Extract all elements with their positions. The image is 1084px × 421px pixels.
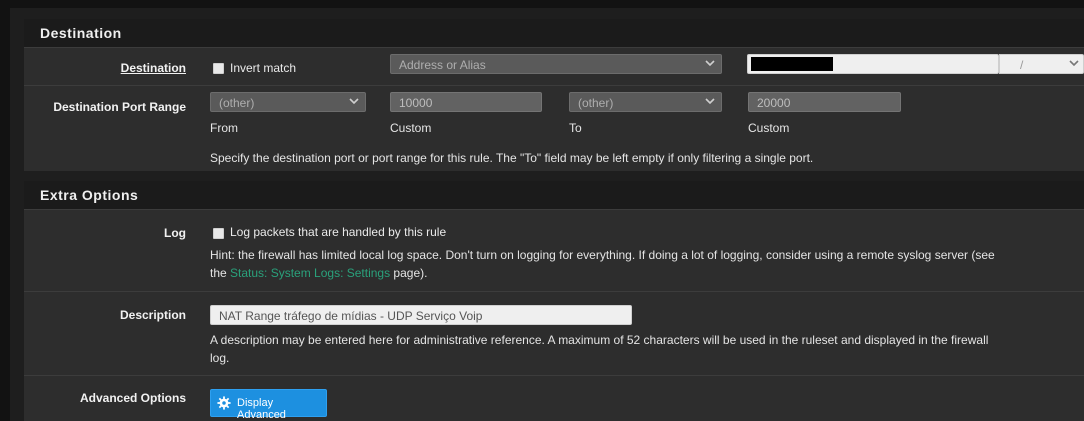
chevron-down-icon: [1069, 60, 1079, 67]
window-top-edge: [0, 0, 1084, 8]
port-from-select[interactable]: (other): [210, 92, 366, 112]
log-checkbox-label: Log packets that are handled by this rul…: [230, 225, 447, 239]
extra-options-heading: Extra Options: [24, 181, 1084, 209]
destination-type-select[interactable]: Address or Alias: [390, 54, 722, 74]
destination-type-value: Address or Alias: [399, 58, 486, 72]
redacted-address: [751, 57, 833, 71]
log-hint-suffix: page).: [390, 266, 428, 280]
log-row: Log Log packets that are handled by this…: [24, 209, 1084, 291]
port-from-custom-input[interactable]: 10000: [390, 92, 542, 112]
custom-caption-from: Custom: [390, 121, 432, 135]
log-hint-line-2: the Status: System Logs: Settings page).: [210, 265, 427, 282]
description-input[interactable]: NAT Range tráfego de mídias - UDP Serviç…: [210, 305, 632, 325]
display-advanced-button[interactable]: Display Advanced: [210, 389, 327, 421]
invert-match-label: Invert match: [230, 61, 297, 75]
log-label: Log: [164, 226, 186, 240]
description-label: Description: [119, 308, 186, 322]
port-from-value: (other): [219, 96, 255, 110]
port-range-help: Specify the destination port or port ran…: [210, 151, 814, 165]
log-hint-line-1: Hint: the firewall has limited local log…: [210, 248, 995, 262]
destination-heading: Destination: [24, 19, 1084, 47]
port-to-select[interactable]: (other): [569, 92, 722, 112]
gear-icon: [217, 396, 231, 410]
display-advanced-label: Display Advanced: [237, 397, 286, 421]
port-range-row: Destination Port Range (other) 10000 (ot…: [24, 85, 1084, 171]
advanced-options-row: Advanced Options Display Advanced: [24, 375, 1084, 421]
chevron-down-icon: [705, 98, 715, 105]
mask-separator: /: [1020, 58, 1024, 72]
to-caption: To: [569, 121, 582, 135]
description-help-line-1: A description may be entered here for ad…: [210, 333, 989, 347]
log-checkbox[interactable]: [213, 228, 224, 239]
chevron-down-icon: [349, 98, 359, 105]
destination-mask-select[interactable]: /: [999, 54, 1084, 74]
log-hint-prefix: the: [210, 266, 231, 280]
invert-match-checkbox[interactable]: [213, 63, 224, 74]
port-to-value: (other): [578, 96, 614, 110]
advanced-options-label: Advanced Options: [79, 391, 186, 405]
custom-caption-to: Custom: [748, 121, 790, 135]
system-logs-settings-link[interactable]: Status: System Logs: Settings: [230, 266, 390, 280]
port-to-custom-input[interactable]: 20000: [748, 92, 901, 112]
description-help-line-2: log.: [210, 351, 230, 365]
destination-row: Destination Invert match Address or Alia…: [24, 47, 1084, 85]
description-row: Description NAT Range tráfego de mídias …: [24, 291, 1084, 375]
chevron-down-icon: [705, 60, 715, 67]
from-caption: From: [210, 121, 238, 135]
destination-address-input[interactable]: [747, 54, 999, 74]
destination-label: Destination: [120, 61, 186, 75]
port-range-label: Destination Port Range: [53, 100, 186, 114]
